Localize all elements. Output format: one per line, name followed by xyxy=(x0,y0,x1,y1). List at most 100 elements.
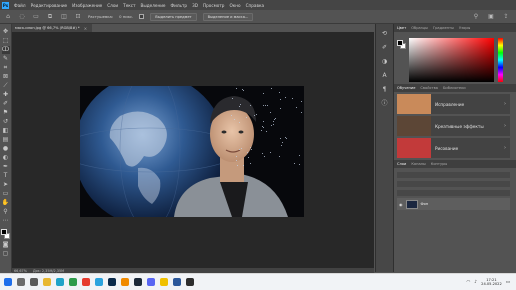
home-icon[interactable]: ⌂ xyxy=(4,13,12,21)
start-icon[interactable] xyxy=(4,278,12,286)
quick-mask-icon[interactable]: ◙ xyxy=(2,241,10,249)
eraser-tool-icon[interactable]: ◧ xyxy=(2,127,10,135)
hand-tool-icon[interactable]: ✋ xyxy=(2,199,10,207)
frame-tool-icon[interactable]: ⊠ xyxy=(2,73,10,81)
vlc-icon[interactable] xyxy=(121,278,129,286)
color-picker-field[interactable] xyxy=(409,38,494,82)
color-panel-tab[interactable]: Узоры xyxy=(459,26,470,30)
notifications-icon[interactable]: ▭ xyxy=(506,280,510,285)
menu-item[interactable]: Текст xyxy=(123,3,135,8)
lock-bar[interactable] xyxy=(397,190,510,196)
learn-card[interactable]: Креативные эффекты › xyxy=(397,116,510,136)
rectangle-tool-icon[interactable]: ▭ xyxy=(2,190,10,198)
layers-panel-tab[interactable]: Слои xyxy=(397,162,406,166)
yandex-icon[interactable] xyxy=(82,278,90,286)
search-icon[interactable]: ⚲ xyxy=(472,13,480,21)
search-icon[interactable] xyxy=(17,278,25,286)
path-selection-tool-icon[interactable]: ➤ xyxy=(2,181,10,189)
task-view-icon[interactable] xyxy=(30,278,38,286)
gradient-tool-icon[interactable]: ▤ xyxy=(2,136,10,144)
antialias-checkbox[interactable] xyxy=(139,14,145,19)
steam-icon[interactable] xyxy=(134,278,142,286)
eyedropper-tool-icon[interactable]: ⟋ xyxy=(2,82,10,90)
workspace-icon[interactable]: ▣ xyxy=(487,13,495,21)
explorer-icon[interactable] xyxy=(160,278,168,286)
menu-item[interactable]: 3D xyxy=(192,3,198,8)
brush-tool-icon[interactable]: ✐ xyxy=(2,100,10,108)
learn-panel-tab[interactable]: Обучение xyxy=(397,86,415,90)
paragraph-panel-icon[interactable]: ¶ xyxy=(381,86,389,94)
character-panel-icon[interactable]: A xyxy=(381,72,389,80)
document-canvas-image[interactable] xyxy=(80,86,304,217)
layers-panel-tab[interactable]: Контуры xyxy=(431,162,447,166)
system-clock[interactable]: 17:21 24.05.2022 xyxy=(481,278,502,287)
crop-tool-icon[interactable]: ⌗ xyxy=(2,64,10,72)
intersect-selection-icon[interactable]: ⊡ xyxy=(74,13,82,21)
dodge-tool-icon[interactable]: ◐ xyxy=(2,154,10,162)
blend-mode-bar[interactable] xyxy=(397,181,510,187)
layer-filter-bar[interactable] xyxy=(397,172,510,178)
share-icon[interactable]: ⇪ xyxy=(502,13,510,21)
lasso-tool-preset-icon[interactable]: ◌ xyxy=(18,13,26,21)
more-tools-icon[interactable]: ⋯ xyxy=(2,217,10,225)
telegram-icon[interactable] xyxy=(95,278,103,286)
type-tool-icon[interactable]: T xyxy=(2,172,10,180)
zoom-level[interactable]: 66,67% xyxy=(14,269,27,273)
pen-tool-icon[interactable]: ✒ xyxy=(2,163,10,171)
color-swatches[interactable] xyxy=(0,229,11,240)
layer-row[interactable]: ◉ Фон xyxy=(397,198,510,210)
menu-item[interactable]: Окно xyxy=(229,3,240,8)
adjustments-panel-icon[interactable]: ◑ xyxy=(381,58,389,66)
learn-panel-tab[interactable]: Библиотеки xyxy=(443,86,466,90)
learn-card[interactable]: Исправление › xyxy=(397,94,510,114)
file-explorer-icon[interactable] xyxy=(43,278,51,286)
move-tool-icon[interactable]: ✥ xyxy=(2,28,10,36)
history-panel-icon[interactable]: ⟲ xyxy=(381,30,389,38)
zoom-tool-icon[interactable]: ⚲ xyxy=(2,208,10,216)
clone-stamp-tool-icon[interactable]: ⚑ xyxy=(2,109,10,117)
history-brush-tool-icon[interactable]: ↺ xyxy=(2,118,10,126)
quick-select-tool-icon[interactable]: ✎ xyxy=(2,55,10,63)
lasso-tool-icon[interactable]: ↀ xyxy=(1,46,10,54)
word-icon[interactable] xyxy=(173,278,181,286)
network-icon[interactable]: ◠ xyxy=(466,280,470,285)
menu-item[interactable]: Справка xyxy=(246,3,264,8)
new-selection-icon[interactable]: ▭ xyxy=(32,13,40,21)
menu-item[interactable]: Изображение xyxy=(72,3,102,8)
feather-value-field[interactable]: 0 пикс. xyxy=(119,14,133,19)
close-icon[interactable]: × xyxy=(84,26,87,31)
color-panel-tab[interactable]: Цвет xyxy=(397,26,406,30)
learn-panel-tab[interactable]: Свойства xyxy=(420,86,438,90)
photoshop-icon[interactable] xyxy=(108,278,116,286)
brush-settings-panel-icon[interactable]: ✐ xyxy=(381,44,389,52)
volume-icon[interactable]: ♪ xyxy=(474,280,477,285)
select-and-mask-button[interactable]: Выделение и маска... xyxy=(202,12,254,21)
learn-card[interactable]: Рисование › xyxy=(397,138,510,158)
hue-slider[interactable] xyxy=(498,38,503,82)
document-tab[interactable]: маск-илон.jpg @ 66,7% (RGB/8#) * × xyxy=(12,24,92,32)
panel-foreground-swatch[interactable] xyxy=(397,40,403,46)
chrome-icon[interactable] xyxy=(69,278,77,286)
visibility-eye-icon[interactable]: ◉ xyxy=(399,202,403,207)
marquee-tool-icon[interactable]: ⬚ xyxy=(2,37,10,45)
subtract-selection-icon[interactable]: ◫ xyxy=(60,13,68,21)
obs-icon[interactable] xyxy=(186,278,194,286)
menu-item[interactable]: Фильтр xyxy=(171,3,188,8)
menu-item[interactable]: Просмотр xyxy=(203,3,225,8)
discord-icon[interactable] xyxy=(147,278,155,286)
menu-item[interactable]: Файл xyxy=(14,3,26,8)
menu-item[interactable]: Редактирование xyxy=(31,3,68,8)
healing-brush-tool-icon[interactable]: ✚ xyxy=(2,91,10,99)
screen-mode-icon[interactable]: ▢ xyxy=(2,250,10,258)
color-panel-tab[interactable]: Образцы xyxy=(411,26,428,30)
info-panel-icon[interactable]: ⓘ xyxy=(381,100,389,108)
photoshop-logo-icon[interactable]: Ps xyxy=(2,1,9,9)
layers-panel-tab[interactable]: Каналы xyxy=(411,162,425,166)
menu-item[interactable]: Слои xyxy=(107,3,118,8)
menu-item[interactable]: Выделение xyxy=(141,3,166,8)
add-to-selection-icon[interactable]: ⧉ xyxy=(46,13,54,21)
foreground-color-swatch[interactable] xyxy=(0,229,7,235)
color-panel-tab[interactable]: Градиенты xyxy=(433,26,454,30)
edge-icon[interactable] xyxy=(56,278,64,286)
blur-tool-icon[interactable]: ● xyxy=(2,145,10,153)
